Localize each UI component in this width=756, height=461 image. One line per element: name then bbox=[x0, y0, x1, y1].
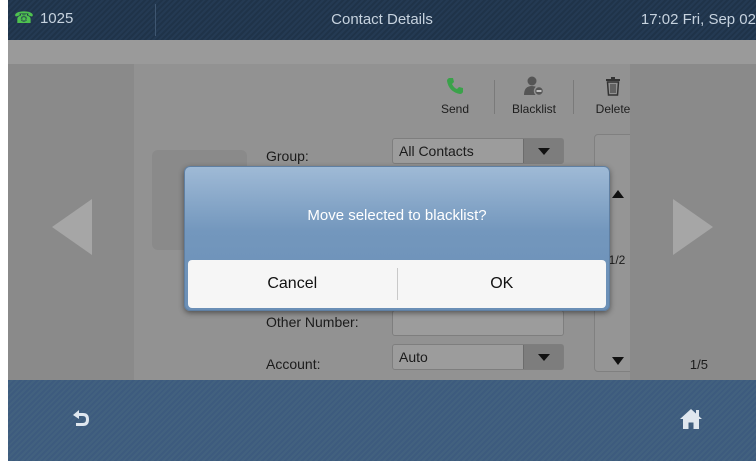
dialog-message: Move selected to blacklist? bbox=[307, 207, 487, 224]
send-label: Send bbox=[440, 102, 470, 116]
other-number-label: Other Number: bbox=[266, 314, 359, 330]
blacklist-label: Blacklist bbox=[511, 102, 556, 116]
right-arrow-icon bbox=[673, 199, 713, 255]
contact-toolbar: Send Blacklist Delete bbox=[424, 74, 644, 116]
next-record-button[interactable]: 1/5 bbox=[630, 64, 756, 380]
dialog-button-row: Cancel OK bbox=[188, 260, 606, 308]
group-label: Group: bbox=[266, 148, 309, 164]
phone-screen: ☎ 1025 Contact Details 17:02 Fri, Sep 02… bbox=[8, 0, 756, 461]
toolbar-divider bbox=[573, 80, 574, 114]
ok-button[interactable]: OK bbox=[398, 260, 607, 308]
chevron-down-icon bbox=[537, 353, 550, 361]
home-icon bbox=[680, 409, 702, 429]
back-arrow-icon bbox=[73, 410, 89, 426]
confirm-blacklist-dialog: Move selected to blacklist? Cancel OK bbox=[184, 166, 610, 311]
chevron-down-icon bbox=[537, 147, 550, 155]
user-block-icon bbox=[503, 74, 565, 98]
clock: 17:02 Fri, Sep 02 bbox=[640, 11, 756, 28]
group-select[interactable]: All Contacts bbox=[392, 138, 564, 164]
record-page-indicator: 1/5 bbox=[689, 357, 708, 372]
account-label: Account: bbox=[266, 356, 321, 372]
group-value: All Contacts bbox=[399, 143, 474, 159]
phone-handset-icon bbox=[424, 74, 486, 98]
status-bar: ☎ 1025 Contact Details 17:02 Fri, Sep 02 bbox=[8, 0, 756, 40]
previous-record-button[interactable] bbox=[8, 64, 134, 380]
account-value: Auto bbox=[399, 349, 428, 365]
toolbar-divider bbox=[494, 80, 495, 114]
account-dropdown-button[interactable] bbox=[523, 345, 563, 369]
cancel-button[interactable]: Cancel bbox=[188, 260, 397, 308]
scroll-down-icon[interactable] bbox=[612, 357, 624, 365]
home-button[interactable] bbox=[679, 408, 703, 435]
other-number-field[interactable] bbox=[392, 310, 564, 336]
group-dropdown-button[interactable] bbox=[523, 139, 563, 163]
softkey-bar bbox=[8, 380, 756, 461]
back-button[interactable] bbox=[70, 408, 92, 435]
scroll-up-icon[interactable] bbox=[612, 190, 624, 198]
blacklist-button[interactable]: Blacklist bbox=[503, 74, 565, 116]
account-select[interactable]: Auto bbox=[392, 344, 564, 370]
send-button[interactable]: Send bbox=[424, 74, 486, 116]
left-arrow-icon bbox=[52, 199, 92, 255]
